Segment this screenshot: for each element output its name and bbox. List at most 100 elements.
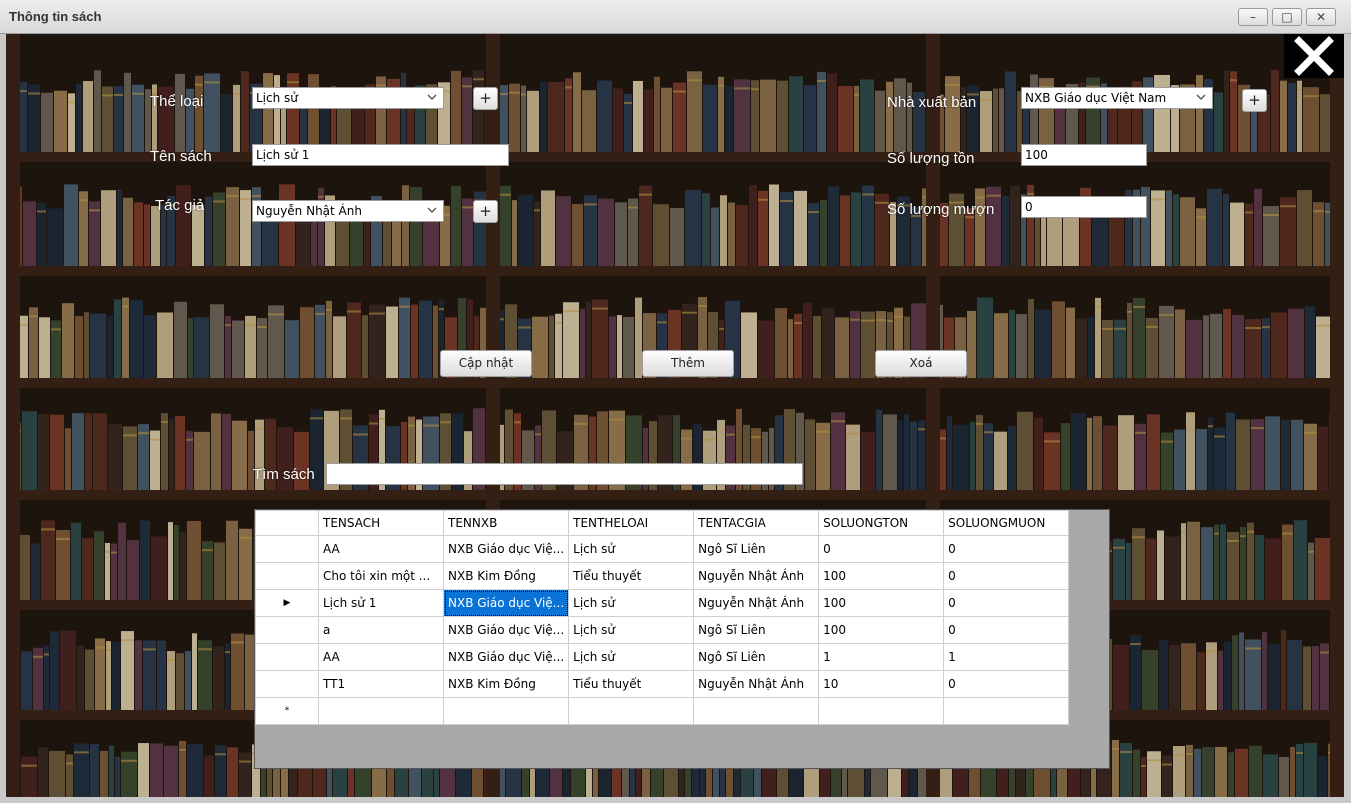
table-cell[interactable]: Lịch sử [568,589,695,617]
table-cell[interactable]: Lịch sử 1 [318,589,444,617]
table-row[interactable]: AA NXB Giáo dục Việ... Lịch sử Ngô Sĩ Liên 0… [255,535,1070,563]
table-cell[interactable]: TT1 [318,670,444,698]
row-header[interactable] [255,670,319,698]
close-form-button[interactable] [1284,34,1344,78]
nha-xuat-ban-combo[interactable]: NXB Giáo dục Việt Nam [1021,87,1213,109]
table-cell[interactable]: 100 [818,616,945,644]
search-label: Tìm sách [253,466,315,483]
title-bar: Thông tin sách – □ ✕ [0,0,1351,34]
table-cell[interactable]: NXB Giáo dục Việ... [442,643,570,671]
tac-gia-label: Tác giả [155,197,205,214]
so-luong-muon-label: Số lượng mượn [887,201,995,218]
table-cell[interactable]: AA [318,535,444,563]
table-cell[interactable]: Tiểu thuyết [568,562,695,590]
nha-xuat-ban-value: NXB Giáo dục Việt Nam [1025,91,1167,105]
table-cell[interactable] [442,697,570,725]
table-cell[interactable]: NXB Giáo dục Việ... [442,616,570,644]
minimize-button[interactable]: – [1238,8,1268,26]
table-cell[interactable] [818,697,945,725]
table-cell[interactable]: Nguyễn Nhật Ánh [693,562,820,590]
table-cell[interactable]: a [318,616,444,644]
so-luong-ton-label: Số lượng tồn [887,150,975,167]
table-cell[interactable]: 100 [818,562,945,590]
add-nha-xuat-ban-button[interactable]: + [1242,89,1267,112]
tac-gia-combo[interactable]: Nguyễn Nhật Ánh [252,200,444,222]
table-cell[interactable]: Nguyễn Nhật Ánh [693,589,820,617]
table-cell[interactable]: 10 [818,670,945,698]
window-close-button[interactable]: ✕ [1306,8,1336,26]
table-cell[interactable]: AA [318,643,444,671]
row-header[interactable] [255,643,319,671]
table-cell[interactable]: NXB Kim Đồng [442,670,570,698]
maximize-button[interactable]: □ [1272,8,1302,26]
table-cell[interactable]: NXB Giáo dục Việ... [442,589,570,617]
column-header[interactable]: TENTHELOAI [568,510,695,536]
row-header[interactable]: ▶ [255,589,319,617]
table-cell[interactable]: 0 [943,535,1070,563]
table-cell[interactable]: NXB Giáo dục Việ... [442,535,570,563]
new-row[interactable]: * [255,697,1070,725]
table-cell[interactable]: Lịch sử [568,616,695,644]
table-cell[interactable]: 0 [818,535,945,563]
add-button[interactable]: Thêm [642,350,734,377]
chevron-down-icon [427,94,437,100]
nha-xuat-ban-label: Nhà xuất bản [887,94,977,111]
table-row[interactable]: ▶ Lịch sử 1 NXB Giáo dục Việ... Lịch sử Nguy… [255,589,1070,617]
table-cell[interactable]: Ngô Sĩ Liên [693,643,820,671]
window-title: Thông tin sách [9,9,102,24]
table-cell[interactable]: 0 [943,616,1070,644]
column-header[interactable]: TENNXB [442,510,570,536]
add-tac-gia-button[interactable]: + [473,200,498,223]
table-row[interactable]: AA NXB Giáo dục Việ... Lịch sử Ngô Sĩ Liên 1… [255,643,1070,671]
so-luong-ton-input[interactable] [1021,144,1147,166]
chevron-down-icon [427,207,437,213]
so-luong-muon-input[interactable] [1021,196,1147,218]
tac-gia-value: Nguyễn Nhật Ánh [256,204,362,218]
books-data-grid[interactable]: TENSACH TENNXB TENTHELOAI TENTACGIA SOLUONGT… [254,509,1110,769]
table-cell[interactable]: 0 [943,670,1070,698]
table-cell[interactable]: 100 [818,589,945,617]
table-header-row: TENSACH TENNXB TENTHELOAI TENTACGIA SOLUONGT… [255,510,1070,536]
table-cell[interactable]: 0 [943,562,1070,590]
the-loai-value: Lịch sử [256,91,298,105]
table-cell[interactable] [568,697,695,725]
table-cell[interactable] [318,697,444,725]
new-row-header: * [255,697,319,725]
table-cell[interactable]: Tiểu thuyết [568,670,695,698]
column-header[interactable]: TENTACGIA [693,510,820,536]
table-row[interactable]: Cho tôi xin một ... NXB Kim Đồng Tiểu thuy… [255,562,1070,590]
table-cell[interactable]: Ngô Sĩ Liên [693,616,820,644]
column-header[interactable]: SOLUONGMUON [943,510,1070,536]
row-header[interactable] [255,535,319,563]
form-content: Thể loại Lịch sử + Tên sách Tác giả Nguy… [6,34,1344,797]
close-x-icon [1294,36,1334,76]
table-cell[interactable]: 1 [943,643,1070,671]
table-cell[interactable]: Cho tôi xin một ... [318,562,444,590]
table-cell[interactable]: 0 [943,589,1070,617]
ten-sach-input[interactable] [252,144,509,166]
books-table: TENSACH TENNXB TENTHELOAI TENTACGIA SOLUONGT… [255,510,1070,725]
the-loai-label: Thể loại [150,93,204,110]
update-button[interactable]: Cập nhật [440,350,532,377]
table-row[interactable]: TT1 NXB Kim Đồng Tiểu thuyết Nguyễn Nhật Án… [255,670,1070,698]
row-header[interactable] [255,562,319,590]
table-row[interactable]: a NXB Giáo dục Việ... Lịch sử Ngô Sĩ Liên 10… [255,616,1070,644]
table-cell[interactable] [693,697,820,725]
chevron-down-icon [1196,94,1206,100]
row-header-corner [255,510,319,536]
table-cell[interactable]: Ngô Sĩ Liên [693,535,820,563]
column-header[interactable]: SOLUONGTON [818,510,945,536]
column-header[interactable]: TENSACH [318,510,444,536]
table-cell[interactable]: Nguyễn Nhật Ánh [693,670,820,698]
table-cell[interactable]: NXB Kim Đồng [442,562,570,590]
table-cell[interactable]: 1 [818,643,945,671]
ten-sach-label: Tên sách [150,148,212,165]
row-header[interactable] [255,616,319,644]
table-cell[interactable]: Lịch sử [568,535,695,563]
table-cell[interactable] [943,697,1070,725]
add-the-loai-button[interactable]: + [473,87,498,110]
table-cell[interactable]: Lịch sử [568,643,695,671]
the-loai-combo[interactable]: Lịch sử [252,87,444,109]
delete-button[interactable]: Xoá [875,350,967,377]
search-input[interactable] [326,463,803,485]
